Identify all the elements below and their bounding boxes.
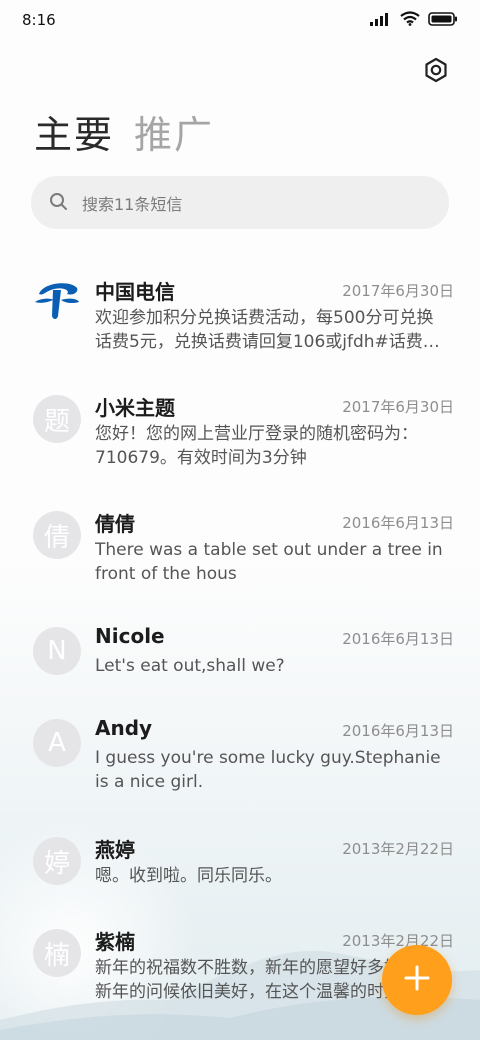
avatar: 倩 [33, 511, 81, 559]
avatar: N [33, 627, 81, 675]
conversation-preview: 嗯。收到啦。同乐同乐。 [95, 866, 282, 886]
conversation-name: 燕婷 [95, 838, 135, 862]
conversation-preview: 欢迎参加积分兑换话费活动，每500分可兑换话费5元，兑换话费请回复106或jfd… [95, 308, 440, 352]
conversation-date: 2017年6月30日 [342, 398, 454, 416]
china-telecom-logo-icon [33, 276, 81, 331]
conversation-preview: Let's eat out,shall we? [95, 656, 285, 676]
avatar: A [33, 719, 81, 767]
avatar [33, 279, 81, 327]
conversation-name: Andy [95, 716, 153, 740]
avatar: 婷 [33, 837, 81, 885]
new-message-button[interactable] [382, 945, 452, 1015]
avatar: 题 [33, 395, 81, 443]
conversation-date: 2013年2月22日 [342, 840, 454, 858]
conversation-name: Nicole [95, 624, 165, 648]
avatar: 楠 [33, 929, 81, 977]
conversation-preview: I guess you're some lucky guy.Stephanie … [95, 748, 441, 792]
conversation-date: 2013年2月22日 [342, 932, 454, 950]
conversation-preview: 您好！您的网上营业厅登录的随机密码为：710679。有效时间为3分钟 [95, 424, 418, 468]
conversation-name: 中国电信 [95, 280, 175, 304]
conversation-name: 小米主题 [95, 396, 175, 420]
conversation-list: 中国电信 2017年6月30日 欢迎参加积分兑换话费活动，每500分可兑换话费5… [0, 0, 480, 1040]
conversation-name: 紫楠 [95, 930, 135, 954]
conversation-date: 2016年6月13日 [342, 514, 454, 532]
conversation-preview: There was a table set out under a tree i… [95, 540, 443, 584]
conversation-date: 2017年6月30日 [342, 282, 454, 300]
conversation-date: 2016年6月13日 [342, 630, 454, 648]
plus-icon [403, 964, 431, 996]
conversation-date: 2016年6月13日 [342, 722, 454, 740]
conversation-name: 倩倩 [95, 512, 135, 536]
